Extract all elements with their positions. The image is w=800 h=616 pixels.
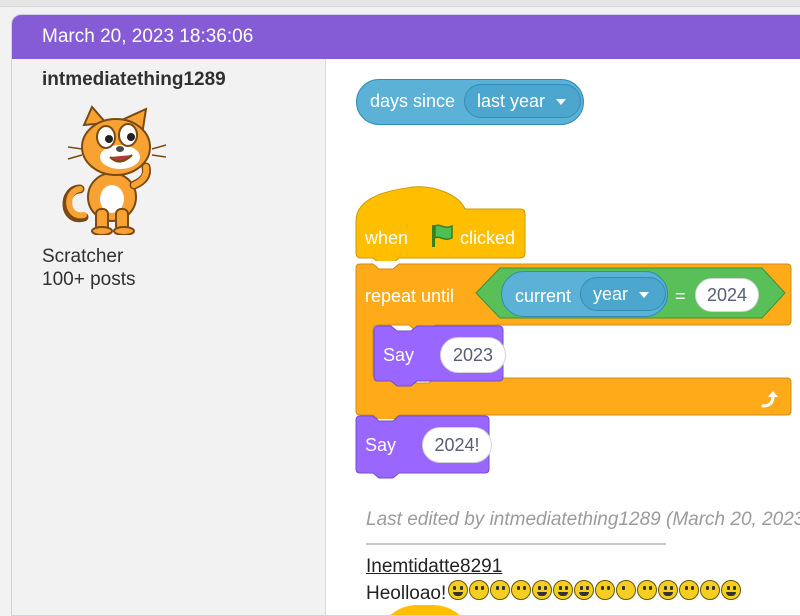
signature-text: Heolloao! bbox=[366, 583, 447, 604]
author-post-count: 100+ posts bbox=[42, 269, 136, 290]
wink-emoji-icon bbox=[616, 580, 636, 600]
clicked-label: clicked bbox=[460, 228, 516, 248]
last-edited-note: Last edited by intmediatething1289 (Marc… bbox=[366, 509, 800, 530]
post-header: March 20, 2023 18:36:06 bbox=[12, 15, 800, 59]
next-hat-block-partial bbox=[377, 605, 473, 615]
neutral-emoji-icon bbox=[490, 580, 510, 600]
days-since-label: days since bbox=[370, 91, 456, 111]
sad-emoji-icon bbox=[511, 580, 531, 600]
last-year-dropdown-value: last year bbox=[477, 91, 546, 111]
author-username[interactable]: intmediatething1289 bbox=[42, 69, 226, 91]
grin-emoji-icon bbox=[553, 580, 573, 600]
signature-link[interactable]: Inemtidatte8291 bbox=[366, 556, 502, 578]
tongue-emoji-icon bbox=[637, 580, 657, 600]
repeat-value-input[interactable]: 2024 bbox=[695, 278, 759, 312]
caret-down-icon bbox=[639, 292, 649, 298]
say-2024-input[interactable]: 2024! bbox=[422, 427, 492, 463]
post-timestamp: March 20, 2023 18:36:06 bbox=[42, 26, 254, 47]
when-label: when bbox=[365, 228, 409, 248]
current-label: current bbox=[515, 286, 572, 306]
smile-emoji-icon bbox=[679, 580, 699, 600]
year-dropdown-value: year bbox=[593, 284, 629, 304]
year-dropdown[interactable]: year bbox=[580, 277, 666, 311]
say-label: Say bbox=[383, 345, 415, 365]
shocked-emoji-icon bbox=[658, 580, 678, 600]
signature-divider bbox=[366, 543, 666, 545]
neutral-emoji-icon bbox=[700, 580, 720, 600]
repeat-until-label: repeat until bbox=[365, 286, 455, 306]
last-year-dropdown[interactable]: last year bbox=[464, 84, 581, 118]
top-strip bbox=[0, 0, 800, 7]
grin-emoji-icon bbox=[532, 580, 552, 600]
equals-sign: = bbox=[675, 286, 686, 306]
avatar[interactable] bbox=[54, 105, 174, 235]
grin-emoji-icon bbox=[574, 580, 594, 600]
neutral-emoji-icon bbox=[469, 580, 489, 600]
loop-arrow-icon bbox=[761, 391, 778, 408]
post-content: days since last year when clicked repeat… bbox=[325, 59, 800, 615]
forum-post: March 20, 2023 18:36:06 intmediatething1… bbox=[11, 14, 800, 616]
post-author-sidebar: intmediatething1289 Scratcher 100+ posts bbox=[12, 59, 326, 615]
author-rank: Scratcher bbox=[42, 246, 124, 267]
smile-emoji-icon bbox=[595, 580, 615, 600]
say-label: Say bbox=[365, 435, 397, 455]
green-flag-icon bbox=[432, 224, 453, 247]
say-2023-input[interactable]: 2023 bbox=[440, 337, 506, 373]
laughing-emoji-icon bbox=[448, 580, 468, 600]
laughing-emoji-icon bbox=[721, 580, 741, 600]
caret-down-icon bbox=[556, 99, 566, 105]
